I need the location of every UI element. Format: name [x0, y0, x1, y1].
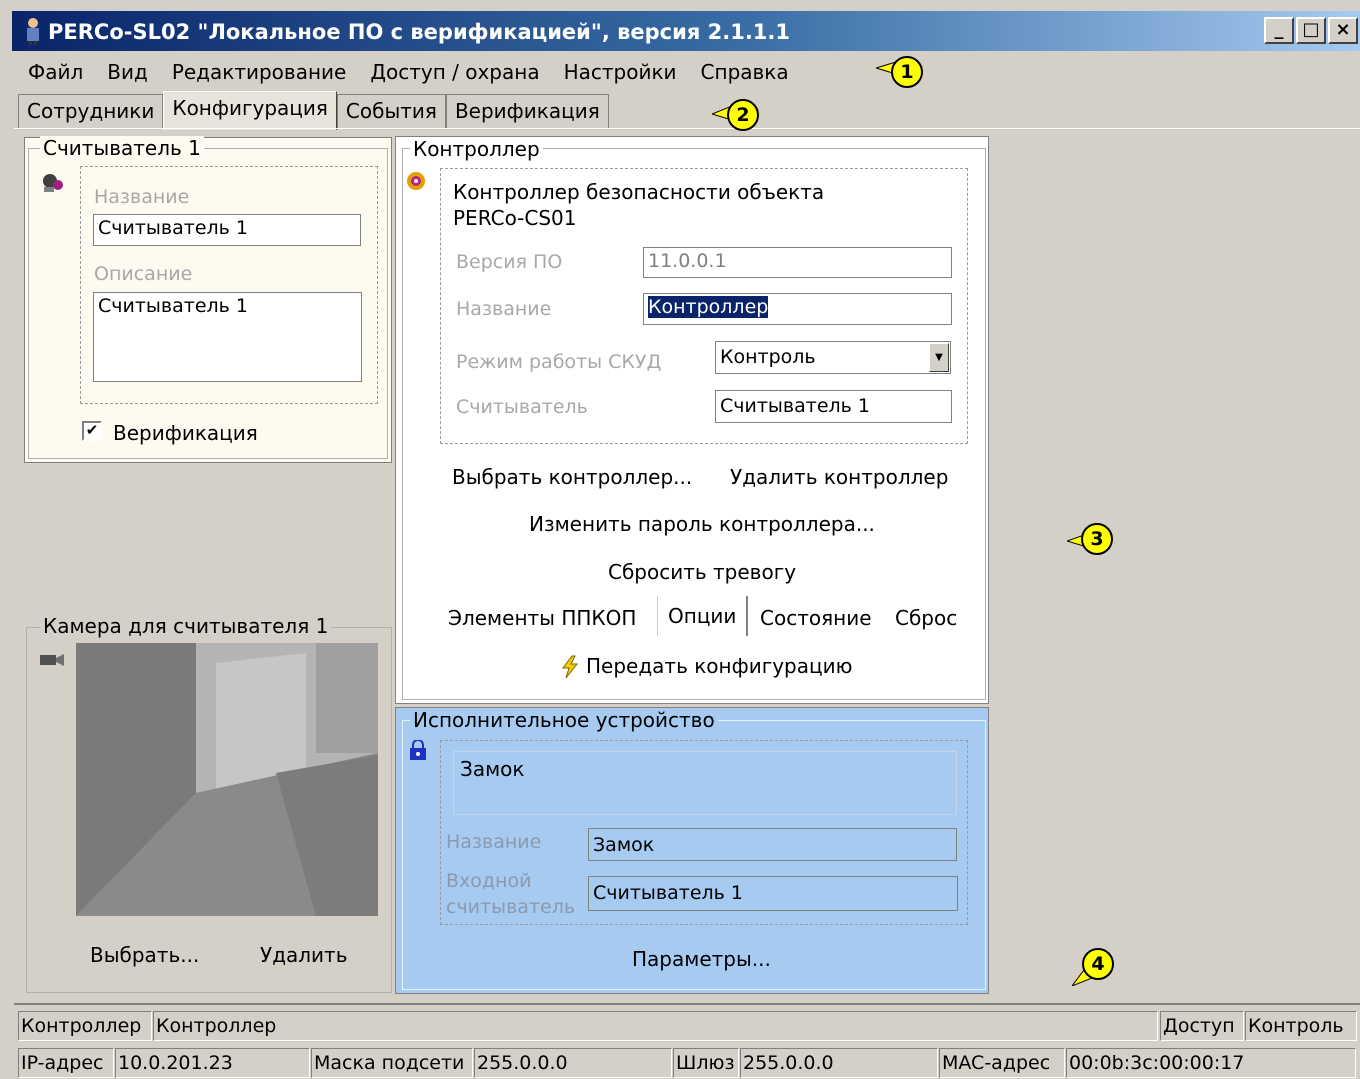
lightning-icon	[560, 655, 580, 679]
mode-label: Режим работы СКУД	[456, 351, 662, 373]
controller-reader-field[interactable]: Считыватель 1	[715, 390, 952, 423]
menu-bar: Файл Вид Редактирование Доступ / охрана …	[28, 60, 813, 84]
controller-icon	[405, 170, 427, 192]
lock-device-icon	[407, 739, 429, 762]
verification-label[interactable]: Верификация	[113, 421, 258, 445]
executor-description: Замок	[460, 757, 525, 781]
callout-3: 3	[1081, 523, 1113, 555]
menu-help[interactable]: Справка	[701, 60, 789, 84]
reader-name-field[interactable]: Считыватель 1	[93, 214, 361, 246]
reader-desc-field[interactable]: Считыватель 1	[93, 292, 362, 382]
input-reader-label-1: Входной	[446, 870, 532, 892]
camera-legend: Камера для считывателя 1	[40, 614, 332, 638]
controller-description: Контроллер безопасности объекта PERCo-CS…	[453, 180, 825, 230]
reader-name-label: Название	[94, 186, 190, 208]
executor-name-field[interactable]: Замок	[588, 828, 957, 861]
app-icon	[24, 17, 42, 45]
menu-access[interactable]: Доступ / охрана	[370, 60, 539, 84]
status-gateway-label: Шлюз	[673, 1048, 739, 1078]
camera-delete-button[interactable]: Удалить	[260, 943, 348, 967]
callout-1: 1	[891, 56, 923, 88]
reader-legend: Считыватель 1	[40, 136, 204, 160]
status-mask-label: Маска подсети	[311, 1048, 473, 1078]
tab-configuration[interactable]: Конфигурация	[163, 91, 337, 130]
delete-controller-button[interactable]: Удалить контроллер	[730, 465, 948, 489]
menu-settings[interactable]: Настройки	[564, 60, 677, 84]
callout-4: 4	[1082, 948, 1114, 980]
minimize-button[interactable]: _	[1264, 17, 1294, 44]
status-access-value: Контроль	[1245, 1011, 1357, 1041]
mode-select[interactable]: Контроль	[715, 341, 951, 374]
callout-2: 2	[727, 99, 759, 131]
ppkop-elements-button[interactable]: Элементы ППКОП	[448, 606, 636, 630]
status-mac-label: MAC-адрес	[939, 1048, 1065, 1078]
reader-desc-label: Описание	[94, 263, 193, 285]
status-controller-value: Контроллер	[153, 1011, 1158, 1041]
options-button[interactable]: Опции	[657, 596, 749, 636]
status-ip-label: IP-адрес	[18, 1048, 114, 1078]
transfer-config-button[interactable]: Передать конфигурацию	[586, 654, 852, 678]
window-title: PERCo-SL02 "Локальное ПО с верификацией"…	[48, 20, 791, 44]
menu-view[interactable]: Вид	[107, 60, 148, 84]
executor-legend: Исполнительное устройство	[410, 708, 718, 732]
parameters-button[interactable]: Параметры...	[632, 947, 771, 971]
camera-icon	[38, 651, 66, 667]
camera-select-button[interactable]: Выбрать...	[90, 943, 199, 967]
reader-label: Считыватель	[456, 396, 588, 418]
controller-name-label: Название	[456, 298, 552, 320]
input-reader-field[interactable]: Считыватель 1	[588, 876, 958, 911]
chevron-down-icon[interactable]: ▼	[929, 343, 949, 372]
executor-description-box	[453, 751, 957, 815]
status-ip-value: 10.0.201.23	[115, 1048, 310, 1078]
reset-alarm-button[interactable]: Сбросить тревогу	[608, 560, 796, 584]
change-password-button[interactable]: Изменить пароль контроллера...	[529, 512, 875, 536]
reader-icon	[40, 172, 66, 194]
tab-verification[interactable]: Верификация	[445, 94, 609, 129]
tab-events[interactable]: События	[336, 94, 446, 129]
executor-name-label: Название	[446, 831, 542, 853]
controller-name-field[interactable]: Контроллер	[643, 293, 952, 325]
status-mask-value: 255.0.0.0	[474, 1048, 672, 1078]
state-button[interactable]: Состояние	[760, 606, 872, 630]
firmware-label: Версия ПО	[456, 251, 563, 273]
verification-checkbox[interactable]: ✔	[82, 421, 102, 441]
maximize-button[interactable]: □	[1296, 17, 1326, 44]
tab-divider	[14, 128, 1360, 129]
select-controller-button[interactable]: Выбрать контроллер...	[452, 465, 692, 489]
controller-name-selected: Контроллер	[648, 296, 769, 318]
status-bar-divider	[14, 1003, 1360, 1005]
controller-legend: Контроллер	[410, 137, 543, 161]
menu-file[interactable]: Файл	[28, 60, 83, 84]
menu-edit[interactable]: Редактирование	[172, 60, 347, 84]
status-mac-value: 00:0b:3c:00:00:17	[1066, 1048, 1356, 1078]
firmware-field: 11.0.0.1	[643, 247, 952, 278]
tab-strip: Сотрудники Конфигурация События Верифика…	[18, 91, 609, 130]
status-gateway-value: 255.0.0.0	[740, 1048, 938, 1078]
input-reader-label-2: считыватель	[446, 896, 576, 918]
status-controller-label: Контроллер	[18, 1011, 152, 1041]
status-access-label: Доступ	[1160, 1011, 1244, 1041]
reset-button[interactable]: Сброс	[895, 606, 957, 630]
close-button[interactable]: ×	[1328, 17, 1358, 44]
tab-employees[interactable]: Сотрудники	[18, 94, 164, 129]
camera-image	[76, 643, 378, 916]
